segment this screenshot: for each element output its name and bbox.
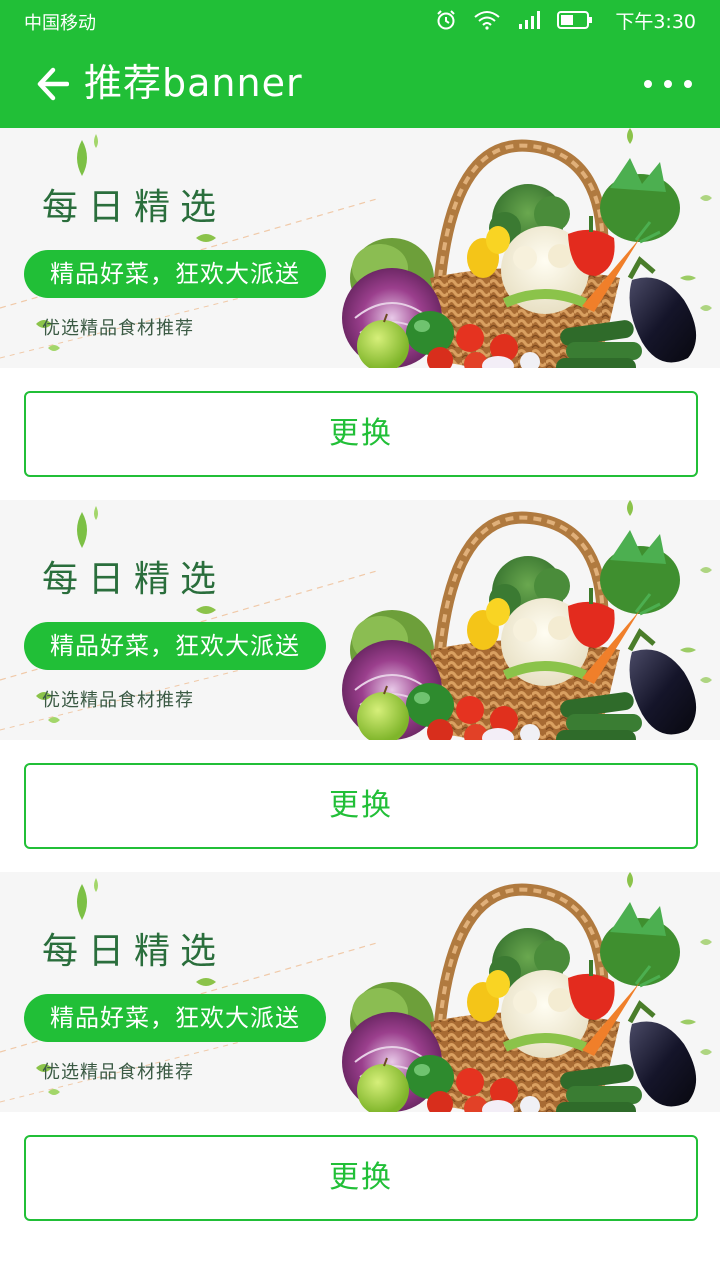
banner-subtitle: 优选精品食材推荐 <box>42 690 194 711</box>
banner-title: 每日精选 <box>42 559 227 600</box>
change-banner-button[interactable]: 更换 <box>24 763 698 849</box>
change-banner-button[interactable]: 更换 <box>24 1135 698 1221</box>
carrier-name: 中国移动 <box>24 13 96 34</box>
banner-card-2: 每日精选 精品好菜，狂欢大派送 优选精品食材推荐 更换 <box>0 500 720 872</box>
wifi-icon <box>473 10 501 30</box>
more-dot <box>644 80 652 88</box>
more-menu-button[interactable] <box>644 70 692 98</box>
banner-title: 每日精选 <box>42 931 227 972</box>
alarm-icon <box>435 9 457 31</box>
battery-icon <box>557 10 593 30</box>
status-bar: 中国移动 下午3:30 <box>0 0 720 40</box>
more-dot <box>664 80 672 88</box>
banner-image-1[interactable]: 每日精选 精品好菜，狂欢大派送 优选精品食材推荐 <box>0 128 720 368</box>
banner-card-1: 每日精选 精品好菜，狂欢大派送 优选精品食材推荐 更换 <box>0 128 720 500</box>
more-dot <box>684 80 692 88</box>
status-icons: 下午3:30 <box>419 6 696 34</box>
status-time: 下午3:30 <box>615 10 696 33</box>
banner-card-3: 每日精选 精品好菜，狂欢大派送 优选精品食材推荐 更换 <box>0 872 720 1244</box>
signal-icon <box>517 10 541 30</box>
back-button[interactable] <box>30 62 74 106</box>
app-bar: 推荐banner <box>0 40 720 128</box>
banner-slogan-pill: 精品好菜，狂欢大派送 <box>24 994 326 1042</box>
phone-screen: 中国移动 下午3:30 推荐banner 每日精选 精品好菜，狂欢大派送 优选精… <box>0 0 720 1280</box>
banner-subtitle: 优选精品食材推荐 <box>42 1062 194 1083</box>
page-title: 推荐banner <box>84 61 303 105</box>
banner-subtitle: 优选精品食材推荐 <box>42 318 194 339</box>
banner-image-2[interactable]: 每日精选 精品好菜，狂欢大派送 优选精品食材推荐 <box>0 500 720 740</box>
banner-slogan-pill: 精品好菜，狂欢大派送 <box>24 622 326 670</box>
change-banner-button[interactable]: 更换 <box>24 391 698 477</box>
banner-title: 每日精选 <box>42 187 227 228</box>
arrow-left-icon <box>37 67 69 101</box>
banner-slogan-pill: 精品好菜，狂欢大派送 <box>24 250 326 298</box>
banner-image-3[interactable]: 每日精选 精品好菜，狂欢大派送 优选精品食材推荐 <box>0 872 720 1112</box>
